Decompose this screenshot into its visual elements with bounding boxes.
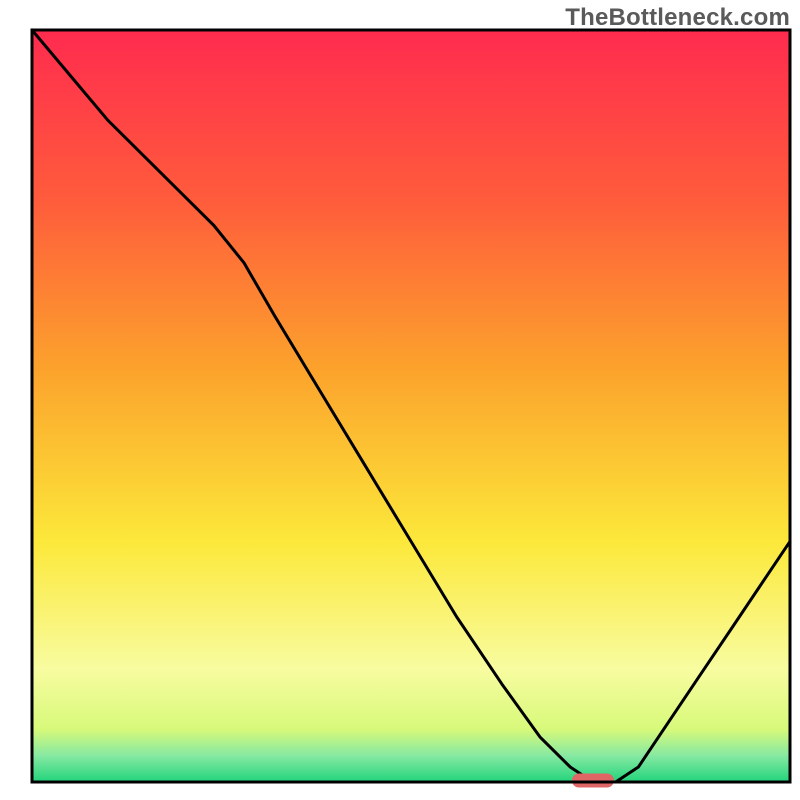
watermark-text: TheBottleneck.com (565, 4, 790, 32)
optimal-marker (572, 773, 614, 787)
bottleneck-chart (0, 0, 800, 800)
gradient-background (32, 30, 790, 782)
